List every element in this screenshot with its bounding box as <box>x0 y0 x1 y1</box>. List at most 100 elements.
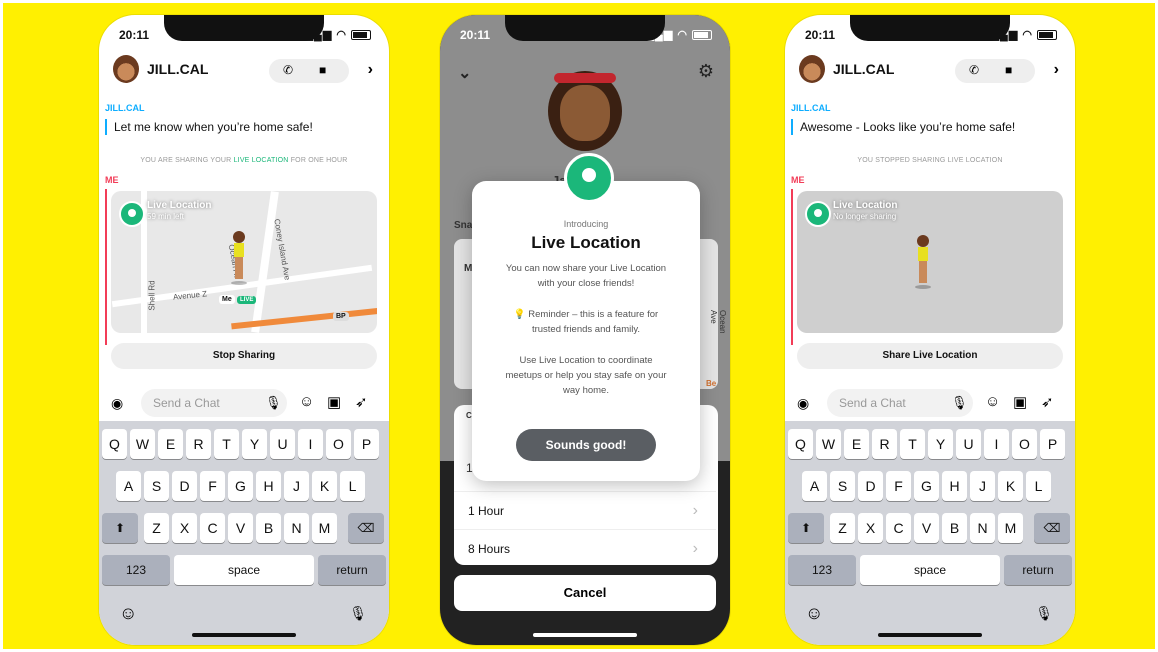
key[interactable]: K <box>998 471 1023 501</box>
key[interactable]: J <box>284 471 309 501</box>
chevron-down-icon[interactable]: ⌄ <box>458 63 471 83</box>
chat-input-bar: ◉ Send a Chat 🎙 ☺ ▣ ➶ <box>785 387 1075 419</box>
numbers-key[interactable]: 123 <box>102 555 170 585</box>
card-subtitle: No longer sharing <box>833 212 897 221</box>
key[interactable]: T <box>214 429 239 459</box>
key[interactable]: A <box>802 471 827 501</box>
key[interactable]: M <box>312 513 337 543</box>
return-key[interactable]: return <box>318 555 386 585</box>
share-live-location-button[interactable]: Share Live Location <box>797 343 1063 369</box>
key[interactable]: V <box>914 513 939 543</box>
key[interactable]: L <box>340 471 365 501</box>
key[interactable]: R <box>186 429 211 459</box>
key[interactable]: D <box>858 471 883 501</box>
live-location-map-expired[interactable]: Live Location No longer sharing <box>797 191 1063 333</box>
key[interactable]: H <box>256 471 281 501</box>
space-key[interactable]: space <box>860 555 1000 585</box>
chevron-right-icon[interactable]: › <box>368 61 373 79</box>
key[interactable]: J <box>970 471 995 501</box>
contact-name[interactable]: JILL.CAL <box>833 61 894 77</box>
gear-icon[interactable]: ⚙ <box>698 61 714 82</box>
key[interactable]: D <box>172 471 197 501</box>
return-key[interactable]: return <box>1004 555 1072 585</box>
camera-icon[interactable]: ◉ <box>797 395 809 412</box>
key[interactable]: K <box>312 471 337 501</box>
duration-option-1-hour[interactable]: 1 Hour › <box>454 491 716 530</box>
key[interactable]: X <box>172 513 197 543</box>
key[interactable]: Z <box>830 513 855 543</box>
phone-icon[interactable]: ✆ <box>283 63 293 77</box>
key[interactable]: L <box>1026 471 1051 501</box>
shift-key[interactable]: ⬆ <box>102 513 138 543</box>
key[interactable]: X <box>858 513 883 543</box>
cancel-button[interactable]: Cancel <box>454 575 716 611</box>
emoji-keyboard-icon[interactable]: ☺ <box>119 603 137 624</box>
mic-icon[interactable]: 🎙 <box>265 395 282 411</box>
emoji-icon[interactable]: ☺ <box>985 393 1000 410</box>
key[interactable]: Y <box>928 429 953 459</box>
key[interactable]: O <box>1012 429 1037 459</box>
emoji-icon[interactable]: ☺ <box>299 393 314 410</box>
key[interactable]: B <box>256 513 281 543</box>
key[interactable]: I <box>298 429 323 459</box>
contact-avatar[interactable] <box>113 55 139 83</box>
key[interactable]: S <box>830 471 855 501</box>
contact-avatar[interactable] <box>799 55 825 83</box>
shift-key[interactable]: ⬆ <box>788 513 824 543</box>
key[interactable]: M <box>998 513 1023 543</box>
phone-icon[interactable]: ✆ <box>969 63 979 77</box>
key[interactable]: F <box>886 471 911 501</box>
key[interactable]: Q <box>102 429 127 459</box>
key[interactable]: N <box>284 513 309 543</box>
emoji-keyboard-icon[interactable]: ☺ <box>805 603 823 624</box>
key[interactable]: Z <box>144 513 169 543</box>
key[interactable]: F <box>200 471 225 501</box>
key[interactable]: Y <box>242 429 267 459</box>
sounds-good-button[interactable]: Sounds good! <box>516 429 656 461</box>
duration-option-8-hours[interactable]: 8 Hours › <box>454 529 716 568</box>
key[interactable]: T <box>900 429 925 459</box>
key[interactable]: G <box>914 471 939 501</box>
rocket-icon[interactable]: ➶ <box>1041 393 1054 411</box>
key[interactable]: U <box>270 429 295 459</box>
camera-icon[interactable]: ◉ <box>111 395 123 412</box>
backspace-key[interactable]: ⌫ <box>1034 513 1070 543</box>
promo-background: 20:11 ▂▄▆ ◠ JILL.CAL ✆ ■ › JILL.CAL Let … <box>3 3 1155 649</box>
key[interactable]: P <box>354 429 379 459</box>
key[interactable]: V <box>228 513 253 543</box>
key[interactable]: O <box>326 429 351 459</box>
message-text: Let me know when you’re home safe! <box>105 119 379 135</box>
key[interactable]: Q <box>788 429 813 459</box>
space-key[interactable]: space <box>174 555 314 585</box>
sticker-icon[interactable]: ▣ <box>1013 393 1027 411</box>
key[interactable]: B <box>942 513 967 543</box>
numbers-key[interactable]: 123 <box>788 555 856 585</box>
video-icon[interactable]: ■ <box>1005 63 1012 77</box>
key[interactable]: E <box>158 429 183 459</box>
backspace-key[interactable]: ⌫ <box>348 513 384 543</box>
key[interactable]: I <box>984 429 1009 459</box>
sticker-icon[interactable]: ▣ <box>327 393 341 411</box>
stop-sharing-button[interactable]: Stop Sharing <box>111 343 377 369</box>
key[interactable]: C <box>200 513 225 543</box>
chevron-right-icon[interactable]: › <box>1054 61 1059 79</box>
key[interactable]: U <box>956 429 981 459</box>
key[interactable]: S <box>144 471 169 501</box>
key[interactable]: P <box>1040 429 1065 459</box>
key[interactable]: E <box>844 429 869 459</box>
rocket-icon[interactable]: ➶ <box>355 393 368 411</box>
video-icon[interactable]: ■ <box>319 63 326 77</box>
key[interactable]: C <box>886 513 911 543</box>
dictation-mic-icon[interactable]: 🎙 <box>349 605 367 622</box>
key[interactable]: R <box>872 429 897 459</box>
contact-name[interactable]: JILL.CAL <box>147 61 208 77</box>
key[interactable]: H <box>942 471 967 501</box>
live-location-map[interactable]: Live Location 59 min left Shell Rd Ocean… <box>111 191 377 333</box>
key[interactable]: W <box>816 429 841 459</box>
dictation-mic-icon[interactable]: 🎙 <box>1035 605 1053 622</box>
key[interactable]: G <box>228 471 253 501</box>
key[interactable]: N <box>970 513 995 543</box>
key[interactable]: W <box>130 429 155 459</box>
key[interactable]: A <box>116 471 141 501</box>
mic-icon[interactable]: 🎙 <box>951 395 968 411</box>
